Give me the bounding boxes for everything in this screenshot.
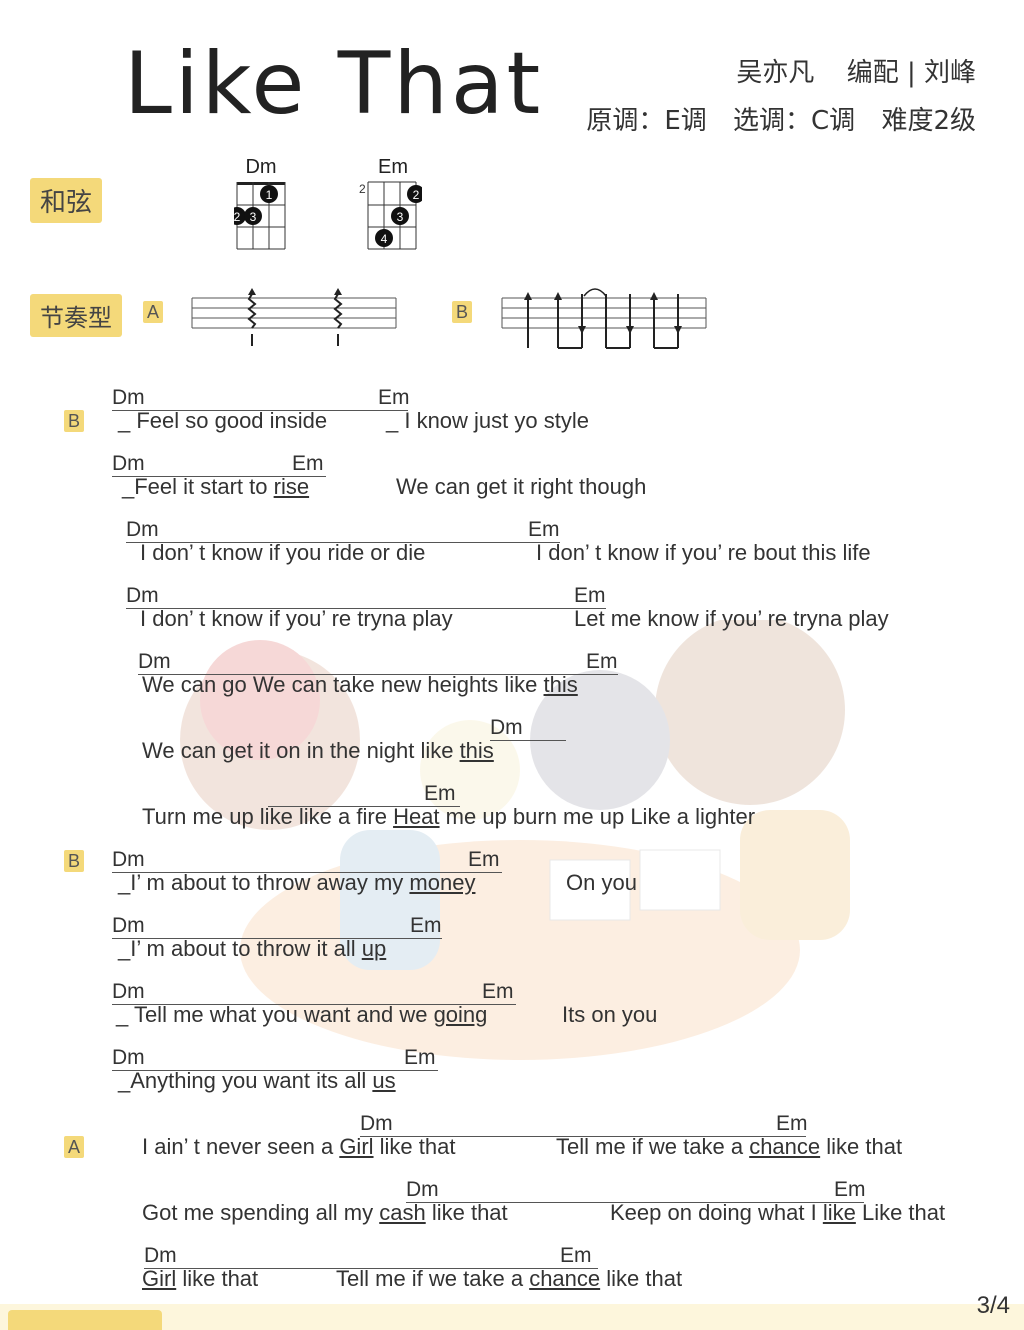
lyric-line: Its on you (562, 1002, 658, 1027)
lyric-line: Let me know if you’ re tryna play (574, 606, 889, 631)
chord-label: Em (834, 1178, 866, 1201)
lyric-line: Girl like that (142, 1266, 259, 1291)
chord-name: Dm (245, 156, 277, 178)
lyric-line: Tell me if we take a chance like that (336, 1266, 683, 1291)
lyric-line: _ Tell me what you want and we going (116, 1002, 488, 1027)
page-number: 3/4 (976, 1292, 1010, 1319)
section-tag: B (64, 850, 84, 872)
original-key: 原调：E调 (586, 106, 707, 136)
chord-label: Em (404, 1046, 436, 1069)
chord-label: Dm (126, 584, 159, 607)
svg-text:3: 3 (397, 210, 404, 224)
rhythm-b-tag: B (452, 301, 472, 323)
svg-text:4: 4 (381, 232, 388, 246)
section-tag: B (64, 410, 84, 432)
lyric-line: Tell me if we take a chance like that (556, 1134, 903, 1159)
chord-label: Dm (112, 914, 145, 937)
chords-label: 和弦 (30, 178, 103, 223)
lyric-line: _Feel it start to rise (122, 474, 310, 499)
chord-label: Em (586, 650, 618, 673)
chord-label: Dm (144, 1244, 177, 1267)
footer-tab (8, 1310, 162, 1330)
key-info: 原调：E调 选调：C调 难度2级 (568, 100, 976, 137)
chord-label: Em (424, 782, 456, 805)
artist-name: 吴亦凡 (736, 58, 815, 88)
lyric-line: I don’ t know if you’ re tryna play (140, 606, 453, 631)
lyric-line: I ain’ t never seen a Girl like that (142, 1134, 456, 1159)
svg-text:2: 2 (413, 188, 420, 202)
fret-number: 2 (359, 182, 366, 196)
lyric-line: _Anything you want its all us (118, 1068, 396, 1093)
rhythm-a-tag: A (143, 301, 163, 323)
chord-rule (490, 740, 566, 741)
chord-label: Dm (406, 1178, 439, 1201)
chord-label: Dm (360, 1112, 393, 1135)
section-tag: A (64, 1136, 84, 1158)
chord-label: Dm (112, 980, 145, 1003)
chord-diagram-dm: Dm 1 2 3 (228, 156, 288, 256)
lyric-line: _ Feel so good inside (118, 408, 328, 433)
chord-diagram-em: Em 2 2 3 4 (356, 156, 425, 256)
chord-label: Em (468, 848, 500, 871)
credits: 吴亦凡 编配 | 刘峰 (718, 52, 976, 89)
chord-name: Em (378, 156, 408, 178)
svg-text:2: 2 (234, 210, 241, 224)
lyric-line: On you (566, 870, 637, 895)
chord-label: Dm (112, 386, 145, 409)
lyric-line: We can get it on in the night like this (142, 738, 494, 763)
lyric-line: We can go We can take new heights like t… (142, 672, 578, 697)
rhythm-label: 节奏型 (30, 294, 122, 337)
chord-label: Dm (126, 518, 159, 541)
lyric-line: Got me spending all my cash like that (142, 1200, 508, 1225)
arranger: 编配 | 刘峰 (846, 58, 976, 88)
chord-label: Dm (138, 650, 171, 673)
fretboard-dm: 1 2 3 (228, 182, 286, 250)
lyric-line: _I’ m about to throw it all up (118, 936, 387, 961)
chord-label: Em (574, 584, 606, 607)
chord-label: Em (378, 386, 410, 409)
lyric-line: Keep on doing what I like Like that (610, 1200, 946, 1225)
lyric-line: Turn me up like like a fire Heat me up b… (142, 804, 756, 829)
chord-label: Dm (112, 452, 145, 475)
song-title: Like That (124, 34, 544, 134)
chord-label: Em (482, 980, 514, 1003)
lyric-line: We can get it right though (396, 474, 647, 499)
fretboard-em: 2 2 3 4 (359, 181, 425, 250)
chord-label: Dm (112, 1046, 145, 1069)
chord-label: Em (560, 1244, 592, 1267)
chord-label: Em (292, 452, 324, 475)
svg-text:1: 1 (266, 188, 273, 202)
lyric-line: I don’ t know if you’ re bout this life (536, 540, 871, 565)
svg-text:3: 3 (250, 210, 257, 224)
chord-label: Em (776, 1112, 808, 1135)
chord-label: Dm (112, 848, 145, 871)
rhythm-pattern-a (191, 288, 397, 346)
chord-label: Dm (490, 716, 523, 739)
lyric-line: _ I know just yo style (386, 408, 589, 433)
chosen-key: 选调：C调 (733, 106, 856, 136)
difficulty: 难度2级 (881, 106, 976, 136)
lyric-line: _I’ m about to throw away my money (118, 870, 476, 895)
chord-label: Em (528, 518, 560, 541)
lyric-line: I don’ t know if you ride or die (140, 540, 426, 565)
chord-label: Em (410, 914, 442, 937)
rhythm-pattern-b (501, 288, 707, 349)
